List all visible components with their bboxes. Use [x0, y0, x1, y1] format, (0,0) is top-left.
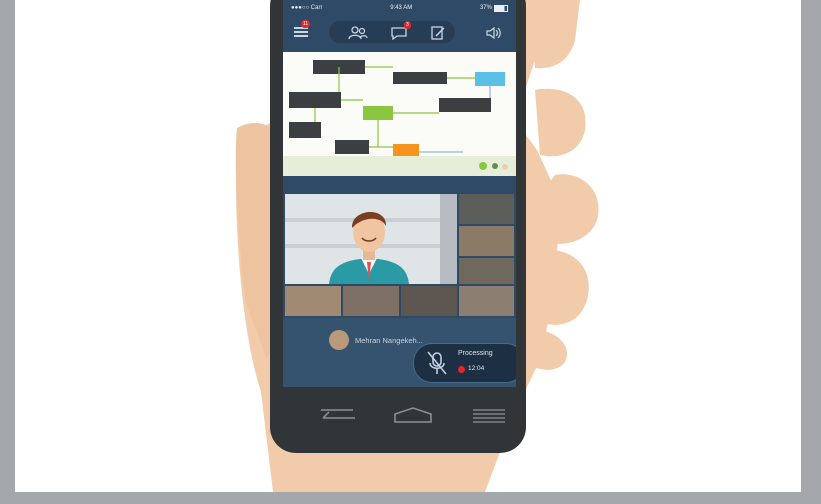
battery-indicator: 37% — [480, 4, 508, 12]
active-speaker-video[interactable] — [285, 194, 457, 284]
participant-video-4[interactable] — [285, 286, 341, 316]
meeting-toolbar: 11 3 — [283, 16, 516, 50]
record-dot-icon — [458, 366, 465, 373]
recording-status[interactable]: Processing 12:04 — [413, 343, 516, 383]
speaker-avatar — [329, 330, 349, 350]
shared-flowchart-slide[interactable] — [283, 52, 516, 176]
participant-video-3[interactable] — [459, 258, 514, 284]
edit-document-icon — [431, 26, 445, 40]
microphone-muted-icon — [427, 351, 447, 375]
participants-button[interactable] — [345, 24, 371, 42]
phone-screen: ●●●○○ Carr 9:43 AM 37% 11 3 Mehran Nange… — [283, 0, 516, 387]
recording-timer: 12:04 — [468, 365, 485, 372]
participants-icon — [348, 26, 368, 40]
participant-video-6[interactable] — [401, 286, 457, 316]
speaker-name: Mehran Nangekeh... — [355, 335, 423, 345]
menu-button[interactable]: 11 — [291, 20, 311, 40]
recent-apps-icon — [473, 409, 505, 423]
menu-badge: 11 — [301, 20, 311, 28]
chat-button[interactable]: 3 — [386, 21, 412, 42]
home-icon — [394, 407, 432, 423]
participant-video-1[interactable] — [459, 194, 514, 224]
slide-footer — [283, 156, 516, 176]
presenter-avatar-illustration — [285, 194, 457, 284]
status-bar: ●●●○○ Carr 9:43 AM 37% — [283, 0, 516, 16]
participant-video-5[interactable] — [343, 286, 399, 316]
back-button[interactable] — [315, 402, 359, 428]
clock: 9:43 AM — [390, 5, 413, 11]
recording-label: Processing — [458, 350, 493, 357]
back-arrow-icon — [321, 409, 355, 419]
current-speaker: Mehran Nangekeh... — [329, 330, 423, 350]
android-nav-bar — [283, 390, 516, 442]
chat-badge: 3 — [404, 21, 411, 29]
participant-video-2[interactable] — [459, 226, 514, 256]
participant-video-7[interactable] — [459, 286, 514, 316]
recent-apps-button[interactable] — [467, 402, 511, 428]
speaker-icon — [486, 26, 501, 40]
carrier-signal: ●●●○○ Carr — [291, 5, 323, 11]
audio-button[interactable] — [481, 24, 507, 42]
whiteboard-button[interactable] — [425, 24, 451, 42]
video-strip-header — [283, 176, 516, 194]
battery-icon — [493, 4, 508, 12]
hamburger-icon — [294, 27, 308, 37]
home-button[interactable] — [391, 402, 435, 428]
